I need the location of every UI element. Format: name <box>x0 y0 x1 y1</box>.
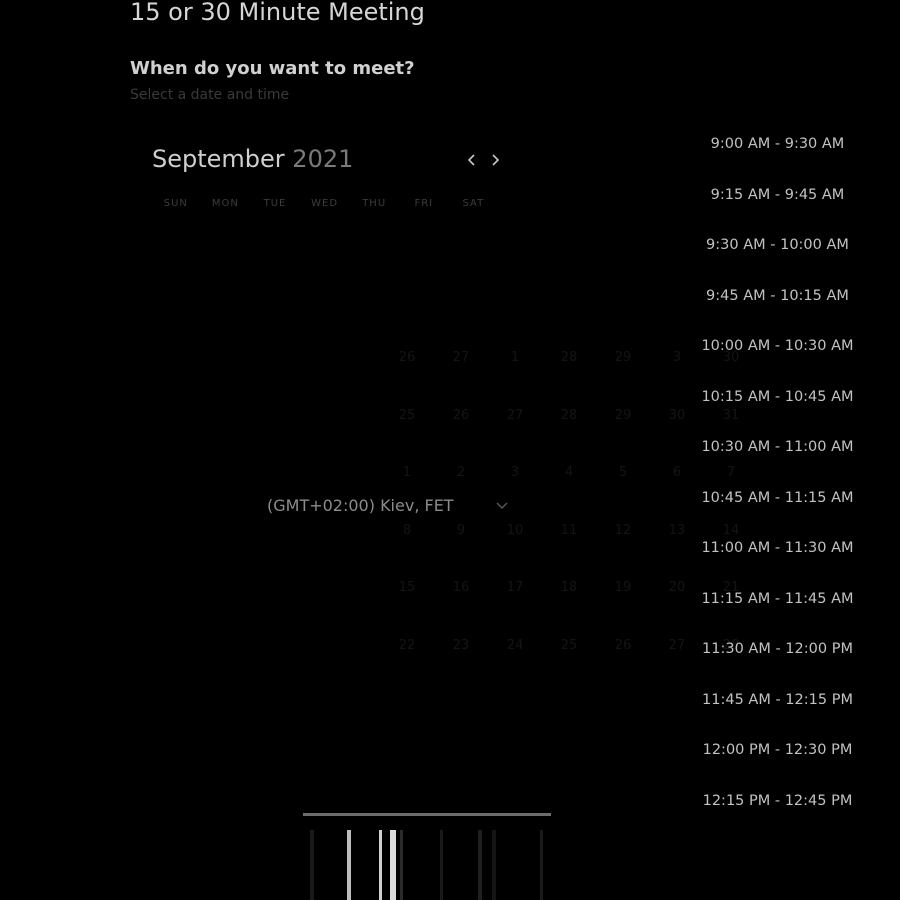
calendar-day[interactable]: 29 <box>596 406 650 464</box>
page-title: 15 or 30 Minute Meeting <box>130 0 425 26</box>
calendar-day[interactable]: 12 <box>596 521 650 579</box>
chevron-left-icon <box>467 154 475 166</box>
calendar-day[interactable]: 28 <box>542 348 596 406</box>
calendar-day[interactable]: 8 <box>380 521 434 579</box>
time-slot-button[interactable]: 10:15 AM - 10:45 AM <box>700 372 855 423</box>
time-slot-button[interactable]: 12:15 PM - 12:45 PM <box>700 776 855 827</box>
time-slot-list: 9:00 AM - 9:30 AM 9:15 AM - 9:45 AM 9:30 A… <box>700 119 855 826</box>
chevron-down-icon <box>496 501 508 509</box>
calendar-year: 2021 <box>292 145 354 173</box>
weekday-label: MON <box>211 198 239 209</box>
weekday-header: SUN MON TUE WED THU FRI SAT <box>151 198 498 209</box>
time-slot-button[interactable]: 11:45 AM - 12:15 PM <box>700 675 855 726</box>
calendar-day[interactable]: 25 <box>542 636 596 694</box>
divider <box>303 813 551 816</box>
calendar-day[interactable]: 16 <box>434 578 488 636</box>
weekday-label: TUE <box>263 198 287 209</box>
time-slot-button[interactable]: 9:45 AM - 10:15 AM <box>700 271 855 322</box>
weekday-label: SUN <box>163 198 188 209</box>
calendar-day[interactable]: 26 <box>434 406 488 464</box>
next-month-button[interactable] <box>486 149 504 171</box>
calendar-day[interactable]: 20 <box>650 578 704 636</box>
chevron-right-icon <box>492 154 500 166</box>
calendar-day[interactable]: 13 <box>650 521 704 579</box>
calendar-day[interactable]: 25 <box>380 406 434 464</box>
weekday-label: THU <box>362 198 387 209</box>
time-slot-button[interactable]: 9:15 AM - 9:45 AM <box>700 170 855 221</box>
calendar-day[interactable]: 11 <box>542 521 596 579</box>
scheduler-page: 15 or 30 Minute Meeting When do you want… <box>0 0 900 900</box>
calendar-day[interactable]: 4 <box>542 463 596 521</box>
section-heading: When do you want to meet? <box>130 58 415 79</box>
calendar-day[interactable]: 23 <box>434 636 488 694</box>
weekday-label: WED <box>311 198 339 209</box>
calendar-day[interactable]: 6 <box>650 463 704 521</box>
weekday-label: SAT <box>462 198 485 209</box>
calendar-day[interactable]: 15 <box>380 578 434 636</box>
calendar-month-label: September 2021 <box>152 145 353 173</box>
timezone-select[interactable]: (GMT+02:00) Kiev, FET <box>267 496 508 515</box>
calendar-day[interactable]: 1 <box>488 348 542 406</box>
calendar-day[interactable]: 24 <box>488 636 542 694</box>
calendar-day[interactable]: 27 <box>488 406 542 464</box>
calendar-day[interactable]: 27 <box>650 636 704 694</box>
calendar-month: September <box>152 145 285 173</box>
timezone-label: (GMT+02:00) Kiev, FET <box>267 496 454 515</box>
loading-graphic <box>300 830 560 900</box>
calendar-day[interactable]: 27 <box>434 348 488 406</box>
calendar-day[interactable]: 30 <box>650 406 704 464</box>
time-slot-button[interactable]: 11:30 AM - 12:00 PM <box>700 624 855 675</box>
calendar-day[interactable]: 28 <box>542 406 596 464</box>
time-slot-button[interactable]: 10:45 AM - 11:15 AM <box>700 473 855 524</box>
calendar-day[interactable]: 17 <box>488 578 542 636</box>
calendar-day[interactable]: 26 <box>380 348 434 406</box>
calendar-day[interactable]: 3 <box>650 348 704 406</box>
weekday-label: FRI <box>414 198 434 209</box>
calendar-day[interactable]: 18 <box>542 578 596 636</box>
time-slot-button[interactable]: 9:00 AM - 9:30 AM <box>700 119 855 170</box>
time-slot-button[interactable]: 11:00 AM - 11:30 AM <box>700 523 855 574</box>
calendar-day[interactable]: 22 <box>380 636 434 694</box>
previous-month-button[interactable] <box>463 149 481 171</box>
calendar-day[interactable]: 9 <box>434 521 488 579</box>
calendar-day[interactable]: 10 <box>488 521 542 579</box>
time-slot-button[interactable]: 9:30 AM - 10:00 AM <box>700 220 855 271</box>
time-slot-button[interactable]: 10:00 AM - 10:30 AM <box>700 321 855 372</box>
helper-text: Select a date and time <box>130 87 290 103</box>
calendar-day[interactable]: 19 <box>596 578 650 636</box>
time-slot-button[interactable]: 11:15 AM - 11:45 AM <box>700 574 855 625</box>
calendar-day[interactable]: 5 <box>596 463 650 521</box>
calendar-day[interactable]: 26 <box>596 636 650 694</box>
time-slot-button[interactable]: 10:30 AM - 11:00 AM <box>700 422 855 473</box>
time-slot-button[interactable]: 12:00 PM - 12:30 PM <box>700 725 855 776</box>
calendar-day[interactable]: 29 <box>596 348 650 406</box>
